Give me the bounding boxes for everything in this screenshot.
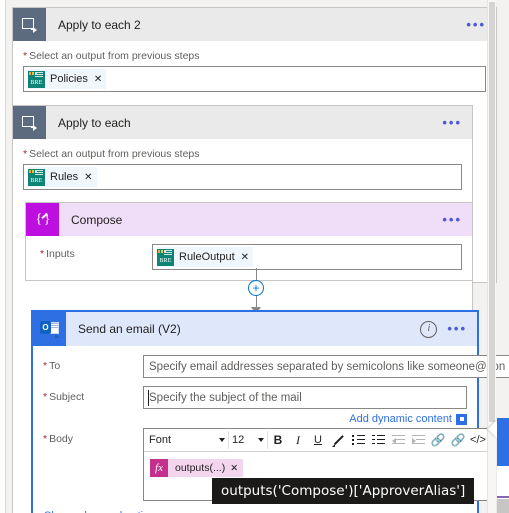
compose-braces-icon: { } bbox=[26, 203, 59, 236]
apply-to-each-2-field-label-text: Select an output from previous steps bbox=[29, 50, 200, 62]
token-remove-icon[interactable]: ✕ bbox=[94, 74, 102, 85]
subject-input[interactable]: Specify the subject of the mail bbox=[143, 386, 467, 409]
to-field-row: * To Specify email addresses separated by… bbox=[33, 355, 509, 378]
bre-icon-label: BRE bbox=[30, 79, 43, 86]
required-asterisk: * bbox=[43, 391, 48, 403]
compose-inputs-label: * Inputs bbox=[40, 244, 152, 260]
font-size-select[interactable]: 12 bbox=[229, 431, 268, 449]
outlook-icon: O bbox=[33, 312, 66, 346]
token-chip-rules[interactable]: BRE Rules ✕ bbox=[28, 167, 97, 187]
apply-to-each-2-title: Apply to each 2 bbox=[58, 17, 141, 32]
canvas-left-divider bbox=[5, 0, 6, 513]
add-dynamic-content-row: Add dynamic content bbox=[33, 413, 467, 425]
indent-icon bbox=[408, 431, 428, 450]
apply-to-each-2-menu-button[interactable]: ••• bbox=[466, 18, 486, 31]
bre-icon: BRE bbox=[157, 248, 174, 266]
expression-token-remove-icon[interactable]: ✕ bbox=[230, 463, 243, 474]
apply-to-each-2-field-label: * Select an output from previous steps bbox=[23, 50, 486, 62]
expression-token-label: outputs(...) bbox=[175, 462, 226, 474]
fx-icon: fx bbox=[150, 459, 168, 477]
body-label: * Body bbox=[43, 428, 143, 445]
expression-token-outputs[interactable]: fx outputs(...) ✕ bbox=[150, 459, 244, 477]
send-an-email-title: Send an email (V2) bbox=[78, 322, 181, 336]
code-view-button[interactable]: </> bbox=[468, 431, 488, 450]
subject-field-row: * Subject Specify the subject of the mail bbox=[33, 386, 477, 409]
required-asterisk: * bbox=[43, 360, 48, 372]
compose-header[interactable]: { } Compose ••• bbox=[26, 203, 472, 236]
bre-icon-label: BRE bbox=[159, 257, 172, 264]
compose-inputs-label-text: Inputs bbox=[46, 248, 75, 260]
expression-tooltip: outputs('Compose')['ApproverAlias'] bbox=[212, 478, 475, 504]
apply-to-each-title: Apply to each bbox=[58, 115, 131, 130]
flow-designer-canvas: Apply to each 2 ••• * Select an output fr… bbox=[0, 0, 509, 513]
apply-to-each-field-label-text: Select an output from previous steps bbox=[29, 148, 200, 160]
dynamic-content-icon[interactable] bbox=[456, 413, 467, 425]
flyout-accent bbox=[497, 496, 509, 498]
numbered-list-icon[interactable] bbox=[368, 431, 388, 450]
outlook-icon-letter: O bbox=[40, 321, 51, 334]
required-asterisk: * bbox=[23, 50, 28, 62]
bre-icon-label: BRE bbox=[30, 177, 43, 184]
apply-to-each-output-input[interactable]: BRE Rules ✕ bbox=[23, 164, 462, 190]
bre-icon: BRE bbox=[28, 168, 45, 186]
flyout-footer bbox=[497, 499, 509, 513]
flyout-body bbox=[497, 466, 509, 496]
bold-button[interactable]: B bbox=[268, 431, 288, 450]
token-chip-ruleoutput[interactable]: BRE RuleOutput ✕ bbox=[157, 247, 254, 267]
apply-to-each-2-output-input[interactable]: BRE Policies ✕ bbox=[23, 66, 486, 92]
required-asterisk: * bbox=[23, 148, 28, 160]
bulleted-list-icon[interactable] bbox=[348, 431, 368, 450]
outdent-icon bbox=[388, 431, 408, 450]
to-label-text: To bbox=[49, 360, 61, 372]
italic-button[interactable]: I bbox=[288, 431, 308, 450]
chevron-down-icon bbox=[258, 438, 264, 442]
token-chip-label: Rules bbox=[50, 171, 79, 183]
compose-menu-button[interactable]: ••• bbox=[442, 213, 462, 226]
apply-to-each-header[interactable]: Apply to each ••• bbox=[13, 106, 472, 139]
token-remove-icon[interactable]: ✕ bbox=[84, 172, 92, 183]
font-family-value: Font bbox=[149, 434, 172, 446]
apply-to-each-menu-button[interactable]: ••• bbox=[442, 116, 462, 129]
dynamic-content-flyout[interactable] bbox=[496, 418, 509, 513]
flyout-header bbox=[497, 418, 509, 466]
font-family-select[interactable]: Font bbox=[146, 431, 229, 449]
apply-to-each-2-header[interactable]: Apply to each 2 ••• bbox=[13, 8, 496, 41]
compose-title: Compose bbox=[71, 212, 123, 227]
subject-label: * Subject bbox=[43, 386, 143, 403]
rich-text-toolbar: Font 12 B I U 🔗 🔗 </> bbox=[144, 429, 490, 452]
flyout-pointer bbox=[488, 420, 497, 438]
unlink-icon: 🔗 bbox=[450, 433, 466, 447]
info-icon[interactable]: i bbox=[420, 320, 438, 338]
to-label: * To bbox=[43, 355, 143, 372]
token-chip-label: RuleOutput bbox=[179, 251, 235, 263]
link-icon[interactable]: 🔗 bbox=[428, 431, 448, 450]
token-chip-policies[interactable]: BRE Policies ✕ bbox=[28, 69, 107, 89]
underline-button[interactable]: U bbox=[308, 431, 328, 450]
chevron-down-icon bbox=[219, 438, 225, 442]
token-remove-icon[interactable]: ✕ bbox=[241, 252, 249, 263]
apply-to-each-field-label: * Select an output from previous steps bbox=[23, 148, 462, 160]
add-step-button[interactable]: + bbox=[248, 280, 264, 296]
token-chip-label: Policies bbox=[50, 73, 88, 85]
subject-label-text: Subject bbox=[49, 391, 85, 403]
add-dynamic-content-link[interactable]: Add dynamic content bbox=[349, 413, 452, 425]
loop-icon bbox=[13, 8, 46, 41]
compose-inputs-input[interactable]: BRE RuleOutput ✕ bbox=[152, 244, 462, 270]
send-an-email-menu-button[interactable]: ••• bbox=[447, 322, 467, 335]
loop-icon bbox=[13, 106, 46, 139]
page-scrollbar-thumb[interactable] bbox=[489, 2, 495, 422]
to-input[interactable]: Specify email addresses separated by sem… bbox=[143, 355, 509, 378]
step-connector: + bbox=[248, 268, 264, 314]
required-asterisk: * bbox=[40, 248, 45, 260]
font-size-value: 12 bbox=[232, 434, 245, 446]
required-asterisk: * bbox=[43, 433, 48, 445]
body-label-text: Body bbox=[49, 433, 74, 445]
text-color-pen-icon[interactable] bbox=[328, 431, 348, 450]
bre-icon: BRE bbox=[28, 70, 45, 88]
send-an-email-header[interactable]: O Send an email (V2) i ••• bbox=[33, 312, 477, 346]
